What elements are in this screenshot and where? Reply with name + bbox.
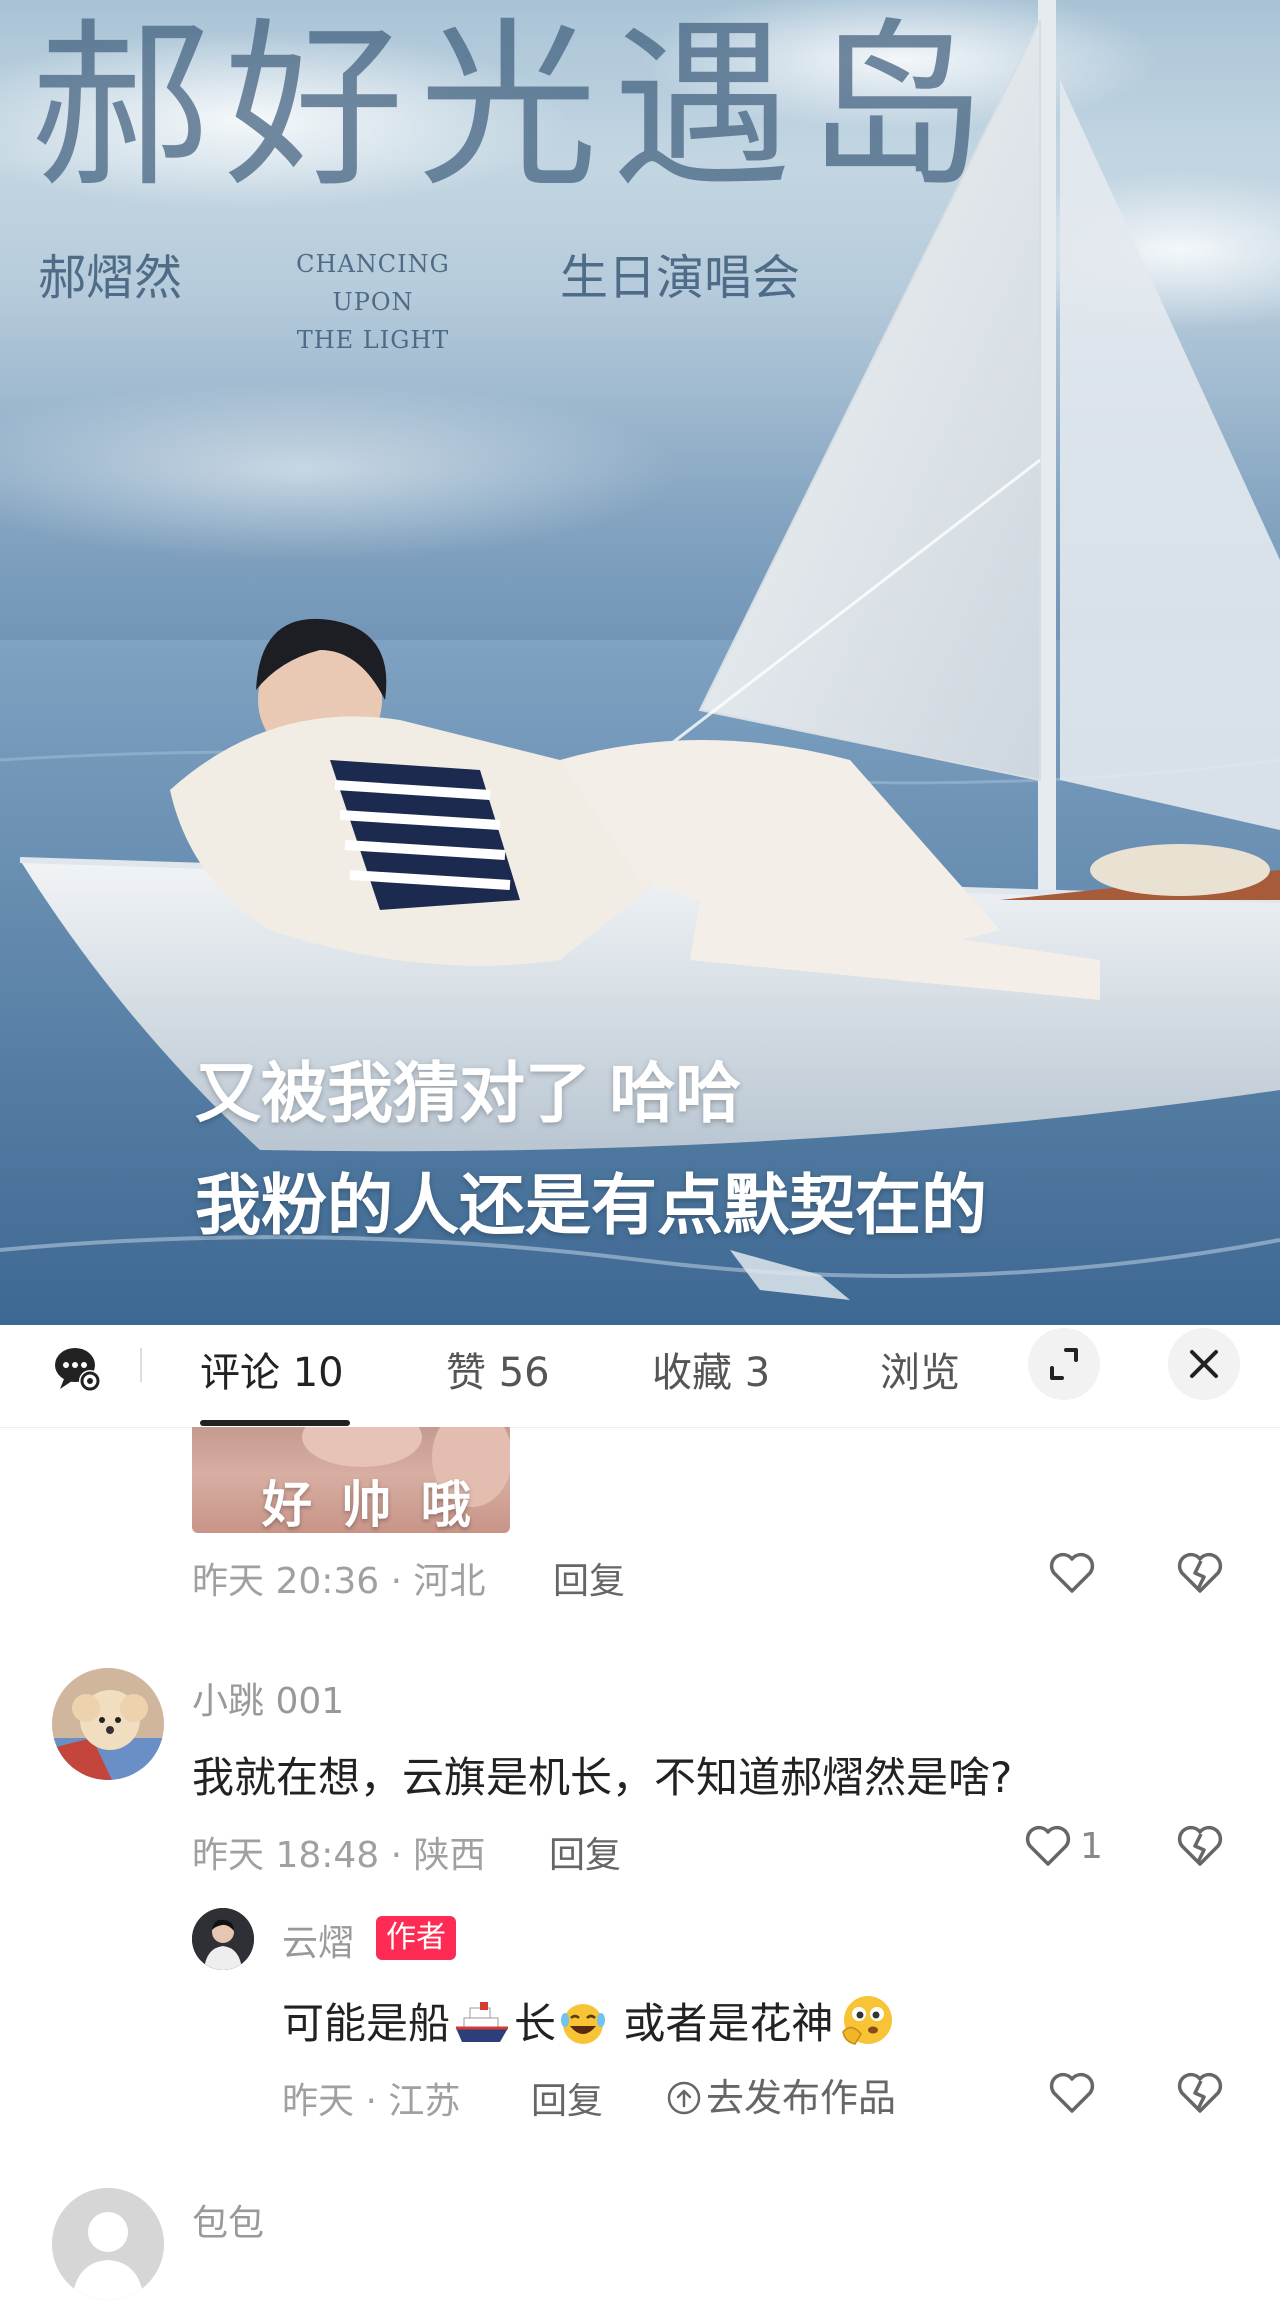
comment-text: 我就在想，云旗是机长，不知道郝熠然是啥? [192,1753,1013,1802]
comment-meta: 昨天 18:48 · 陕西 [192,1835,486,1876]
active-tab-indicator [200,1420,350,1426]
avatar[interactable] [52,2188,164,2300]
comment-image-text: 好 帅 哦 [262,1476,477,1533]
comment-meta: 昨天 20:36 · 河北 [192,1561,486,1602]
tab-divider [140,1348,142,1382]
hero-event-name: 生日演唱会 [560,250,801,306]
hero-artist-name: 郝熠然 [38,250,183,306]
like-count: 1 [1080,1826,1103,1867]
hero-english-subtitle: CHANCING UPON THE LIGHT [258,245,488,359]
avatar[interactable] [52,1668,164,1780]
hero-english-line2: THE LIGHT [296,326,450,354]
comment-text-part: 长 [514,1999,557,2048]
dog-avatar-image [52,1668,164,1780]
close-icon [1190,1350,1218,1378]
broken-heart-icon[interactable] [1174,1820,1226,1872]
tab-views[interactable]: 浏览 [880,1340,960,1398]
thinking-emoji-icon [842,1996,893,2045]
reply-button[interactable]: 回复 [549,1826,621,1878]
comment-username[interactable]: 小跳 001 [192,1672,344,1724]
publish-work-link[interactable]: 去发布作品 [666,2067,896,2122]
tab-likes[interactable]: 赞 56 [446,1340,550,1398]
tab-favorites[interactable]: 收藏 3 [652,1340,770,1398]
hero-english-line1: CHANCING UPON [296,250,450,316]
heart-icon[interactable] [1046,1547,1098,1599]
author-avatar-image [192,1908,254,1970]
arrow-up-circle-icon [667,2081,701,2115]
heart-icon[interactable] [1046,2067,1098,2119]
caption-line-1: 又被我猜对了 哈哈 [195,1056,742,1130]
caption-line-2: 我粉的人还是有点默契在的 [195,1168,987,1242]
comment-username[interactable]: 包包 [192,2194,264,2246]
hero-title-art: 郝好光遇岛 [30,3,1001,212]
reply-button[interactable]: 回复 [531,2072,603,2124]
reply-button[interactable]: 回复 [553,1552,625,1604]
close-button[interactable] [1168,1328,1240,1400]
default-avatar-icon [52,2188,164,2300]
post-image[interactable]: 郝好光遇岛 郝熠然 CHANCING UPON THE LIGHT 生日演唱会 … [0,0,1280,1325]
publish-work-label: 去发布作品 [706,2076,897,2120]
comment-text-part: 可能是船 [282,1999,451,2048]
comment-image[interactable]: 好 帅 哦 [192,1427,510,1533]
expand-button[interactable] [1028,1328,1100,1400]
author-badge: 作者 [376,1916,456,1960]
comment-settings-icon[interactable] [52,1343,104,1395]
broken-heart-icon[interactable] [1174,2067,1226,2119]
laughing-emoji-icon [561,2004,606,2044]
comment-text: 可能是船 长 或者是花神 [282,1990,901,2051]
comment-username[interactable]: 云熠 [282,1914,354,1966]
comment-text-part: 或者是花神 [610,1999,834,2048]
tab-comments[interactable]: 评论 10 [200,1340,344,1398]
ship-emoji-icon [456,2002,509,2042]
avatar[interactable] [192,1908,254,1970]
broken-heart-icon[interactable] [1174,1547,1226,1599]
comment-meta: 昨天 · 江苏 [282,2081,461,2122]
expand-icon [1050,1348,1078,1380]
heart-icon[interactable] [1022,1820,1074,1872]
